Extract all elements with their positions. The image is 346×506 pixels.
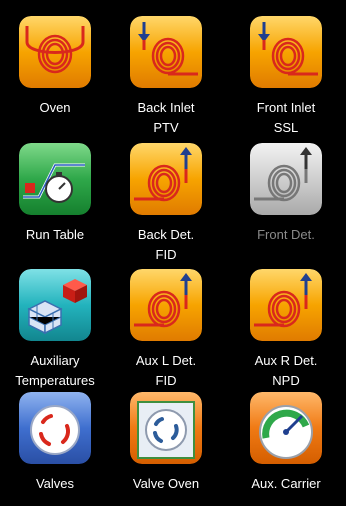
back-inlet-sublabel: PTV: [153, 120, 179, 135]
valves-tile[interactable]: Valves: [5, 386, 105, 506]
back-inlet-label: Back Inlet: [137, 100, 195, 115]
run-table-tile[interactable]: Run Table: [5, 137, 105, 257]
valves-icon: [19, 392, 91, 464]
back-detector-coil-icon: [130, 143, 202, 215]
aux-right-detector-label: Aux R Det.: [254, 353, 318, 368]
front-detector-label: Front Det.: [257, 227, 315, 242]
aux-left-detector-label: Aux L Det.: [135, 353, 197, 368]
run-table-label: Run Table: [25, 227, 85, 242]
aux-carrier-tile[interactable]: Aux. Carrier: [236, 386, 336, 506]
auxiliary-temperatures-cubes-icon: [19, 269, 91, 341]
valve-oven-icon: [130, 392, 202, 464]
oven-tile[interactable]: Oven: [5, 10, 105, 130]
valve-oven-tile[interactable]: Valve Oven: [116, 386, 216, 506]
front-detector-tile[interactable]: Front Det.: [236, 137, 336, 257]
instrument-menu-grid: Oven Back Inlet PTV Front Inlet SSL Run …: [0, 0, 346, 502]
aux-right-detector-tile[interactable]: Aux R Det. NPD: [236, 263, 336, 388]
aux-left-detector-coil-icon: [130, 269, 202, 341]
auxiliary-temperatures-label: Auxiliary: [30, 353, 80, 368]
aux-carrier-gauge-icon: [250, 392, 322, 464]
aux-carrier-label: Aux. Carrier: [251, 476, 321, 491]
oven-label: Oven: [39, 100, 71, 115]
back-detector-label: Back Det.: [137, 227, 195, 242]
front-inlet-sublabel: SSL: [273, 120, 299, 135]
valves-label: Valves: [35, 476, 75, 491]
auxiliary-temperatures-tile[interactable]: Auxiliary Temperatures: [5, 263, 105, 388]
run-table-stopwatch-icon: [19, 143, 91, 215]
back-inlet-tile[interactable]: Back Inlet PTV: [116, 10, 216, 135]
back-inlet-coil-icon: [130, 16, 202, 88]
front-inlet-coil-icon: [250, 16, 322, 88]
back-detector-sublabel: FID: [155, 247, 177, 262]
front-detector-coil-icon: [250, 143, 322, 215]
aux-left-detector-tile[interactable]: Aux L Det. FID: [116, 263, 216, 388]
aux-right-detector-coil-icon: [250, 269, 322, 341]
front-inlet-label: Front Inlet: [256, 100, 316, 115]
front-inlet-tile[interactable]: Front Inlet SSL: [236, 10, 336, 135]
oven-coil-icon: [19, 16, 91, 88]
back-detector-tile[interactable]: Back Det. FID: [116, 137, 216, 262]
valve-oven-label: Valve Oven: [132, 476, 200, 491]
